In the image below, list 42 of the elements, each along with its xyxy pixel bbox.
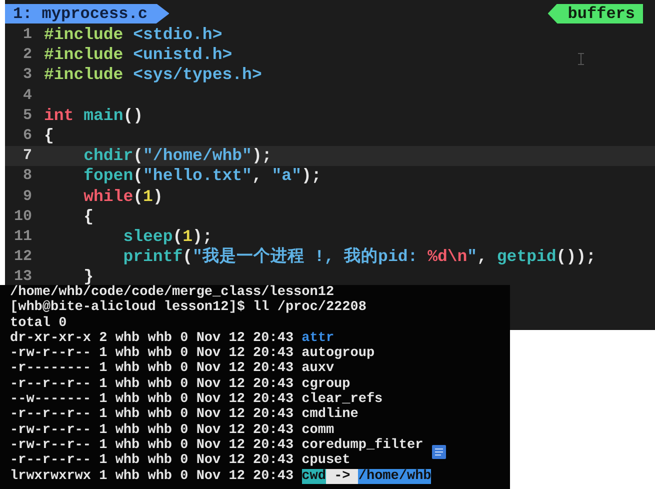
line-number: 2 <box>22 45 32 66</box>
line-number: 4 <box>22 86 32 106</box>
terminal-line: -r--r--r-- 1 whb whb 0 Nov 12 20:43 cmdline <box>10 407 358 423</box>
code-line: { <box>44 126 54 146</box>
line-number: 5 <box>22 106 32 126</box>
line-number: 3 <box>22 65 32 86</box>
code-line: #include <stdio.h> <box>44 25 222 46</box>
code-line: fopen("hello.txt", "a"); <box>82 166 322 186</box>
line-number: 6 <box>22 126 32 146</box>
line-number: 7 <box>22 146 32 166</box>
line-number: 10 <box>12 206 32 227</box>
code-line: int main() <box>44 106 144 126</box>
file-tab[interactable]: 1: myprocess.c <box>5 4 170 24</box>
code-line: while(1) <box>82 186 163 207</box>
terminal-line: -rw-r--r-- 1 whb whb 0 Nov 12 20:43 coredump_filter <box>10 438 424 453</box>
terminal-line: dr-xr-xr-x 2 whb whb 0 Nov 12 20:43 attr <box>10 330 334 346</box>
code-line: { <box>82 206 94 227</box>
terminal-line: --w------- 1 whb whb 0 Nov 12 20:43 clear_refs <box>10 392 383 408</box>
terminal-line: -r--r--r-- 1 whb whb 0 Nov 12 20:43 cpuset <box>10 453 350 469</box>
line-number: 9 <box>22 186 32 207</box>
code-line: #include <sys/types.h> <box>44 65 262 86</box>
code-line: chdir("/home/whb"); <box>82 146 272 166</box>
line-number: 1 <box>22 25 32 46</box>
terminal-line: -r-------- 1 whb whb 0 Nov 12 20:43 auxv <box>10 361 334 377</box>
text-cursor-icon <box>578 53 584 65</box>
terminal-line: /home/whb/code/code/merge_class/lesson12 <box>10 285 334 300</box>
terminal-line: -rw-r--r-- 1 whb whb 0 Nov 12 20:43 autogroup <box>10 346 375 362</box>
line-number: 12 <box>12 247 32 268</box>
note-icon <box>432 445 446 459</box>
line-number: 13 <box>14 267 32 286</box>
terminal-line: -rw-r--r-- 1 whb whb 0 Nov 12 20:43 comm <box>10 422 334 438</box>
code-line: printf("我是一个进程 !, 我的pid: %d\n", getpid()); <box>122 247 596 268</box>
line-number: 11 <box>12 226 32 247</box>
terminal-line: lrwxrwxrwx 1 whb whb 0 Nov 12 20:43 cwd -> /home/whb <box>10 468 432 484</box>
code-line: #include <unistd.h> <box>44 45 232 66</box>
terminal-line: -r--r--r-- 1 whb whb 0 Nov 12 20:43 cgroup <box>10 376 350 392</box>
buffers-label[interactable]: buffers <box>548 4 643 24</box>
line-number: 8 <box>22 166 32 186</box>
code-line: sleep(1); <box>122 226 212 247</box>
terminal-line: total 0 <box>10 316 67 331</box>
terminal-line: [whb@bite-alicloud lesson12]$ ll /proc/22208 <box>10 300 366 316</box>
code-line: } <box>84 267 94 286</box>
